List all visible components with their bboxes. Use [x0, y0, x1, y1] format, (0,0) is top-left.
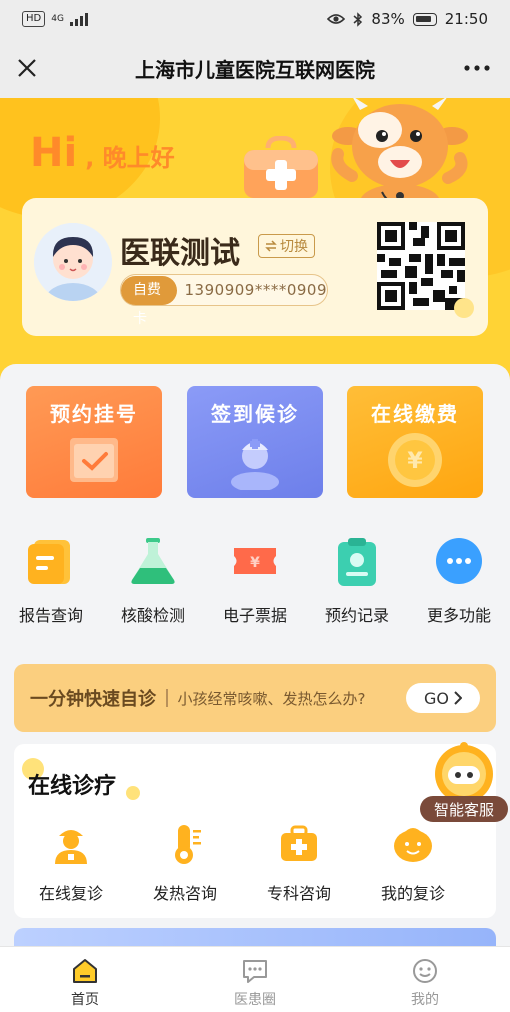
- flask-icon: [131, 538, 175, 584]
- service-label: 我的复诊: [380, 884, 445, 903]
- quick-link-label: 更多功能: [426, 606, 491, 625]
- fever-consult-button[interactable]: 发热咨询: [128, 822, 242, 904]
- status-left: HD 4G: [22, 11, 88, 27]
- nav-community-label: 医患圈: [234, 992, 276, 1008]
- check-in-button[interactable]: 签到候诊: [187, 386, 323, 498]
- network-type: 4G: [51, 14, 64, 24]
- divider: [166, 689, 168, 707]
- my-followup-button[interactable]: 我的复诊: [356, 822, 470, 904]
- appointment-record-button[interactable]: 预约记录: [306, 534, 408, 626]
- battery-icon: [412, 12, 437, 26]
- chevron-right-icon: [454, 691, 462, 705]
- hero-section: Hi , 晚上好 医联测试 切换 自费卡 1390909****0909: [0, 98, 510, 388]
- close-button[interactable]: [14, 55, 40, 81]
- report-icon: [28, 540, 70, 584]
- coin-icon: ¥: [388, 433, 442, 487]
- page-title: 上海市儿童医院互联网医院: [135, 57, 375, 82]
- more-features-button[interactable]: 更多功能: [408, 534, 510, 626]
- signal-icon: [69, 12, 88, 26]
- service-label: 专科咨询: [266, 884, 331, 903]
- online-consult-title: 在线诊疗: [28, 774, 117, 799]
- online-payment-label: 在线缴费: [371, 402, 459, 426]
- quick-link-label: 预约记录: [324, 606, 389, 625]
- status-bar: HD 4G 83% 21:50: [0, 0, 510, 38]
- online-followup-button[interactable]: 在线复诊: [14, 822, 128, 904]
- hd-badge: HD: [22, 11, 46, 27]
- profile-icon: [413, 959, 437, 983]
- self-diagnosis-banner[interactable]: 一分钟快速自诊 小孩经常咳嗽、发热怎么办? GO: [14, 664, 496, 732]
- quick-links: 报告查询 核酸检测 ¥ 电子票据 预约记录 更多功能: [0, 534, 510, 626]
- nav-profile[interactable]: 我的: [340, 947, 510, 1012]
- appointment-label: 预约挂号: [50, 402, 138, 426]
- clipboard-icon: [338, 538, 376, 586]
- customer-service-label: 智能客服: [420, 796, 508, 822]
- decoration-dot: [454, 298, 474, 318]
- medical-bag-icon: [281, 825, 317, 861]
- patient-name: 医联测试: [120, 236, 240, 271]
- status-right: 83% 21:50: [327, 10, 488, 28]
- more-icon: [436, 538, 482, 584]
- switch-icon: [265, 240, 277, 252]
- nav-community[interactable]: 医患圈: [170, 947, 340, 1012]
- customer-service-button[interactable]: 智能客服: [420, 740, 510, 830]
- greeting-subtitle: , 晚上好: [85, 144, 175, 172]
- self-diagnosis-subtitle: 小孩经常咳嗽、发热怎么办?: [177, 689, 366, 708]
- qr-code[interactable]: [377, 222, 465, 310]
- consult-services: 在线复诊 发热咨询 专科咨询 我的复诊: [14, 822, 496, 904]
- quick-link-label: 报告查询: [18, 606, 83, 625]
- switch-patient-button[interactable]: 切换: [258, 234, 315, 258]
- qr-code-icon: [377, 222, 465, 310]
- card-type-badge: 自费卡: [121, 275, 177, 327]
- avatar: [34, 223, 112, 301]
- nav-home[interactable]: 首页: [0, 947, 170, 1012]
- go-label: GO: [424, 688, 449, 708]
- close-icon: [18, 59, 36, 77]
- self-diagnosis-title: 一分钟快速自诊: [30, 689, 156, 710]
- medical-kit-illustration: [244, 136, 318, 198]
- report-query-button[interactable]: 报告查询: [0, 534, 102, 626]
- clock: 21:50: [444, 10, 488, 28]
- quick-link-label: 电子票据: [222, 606, 287, 625]
- nav-profile-label: 我的: [411, 992, 439, 1008]
- nucleic-test-button[interactable]: 核酸检测: [102, 534, 204, 626]
- more-button[interactable]: [462, 55, 492, 81]
- greeting-hi: Hi: [30, 130, 78, 176]
- switch-label: 切换: [280, 239, 308, 255]
- online-payment-button[interactable]: 在线缴费 ¥: [347, 386, 483, 498]
- nav-home-label: 首页: [71, 992, 99, 1008]
- battery-percent: 83%: [371, 10, 405, 28]
- specialist-consult-button[interactable]: 专科咨询: [242, 822, 356, 904]
- home-icon: [73, 959, 97, 983]
- svg-text:¥: ¥: [407, 449, 423, 474]
- check-in-label: 签到候诊: [211, 402, 299, 426]
- eye-icon: [327, 14, 346, 24]
- ticket-icon: ¥: [234, 548, 276, 574]
- medical-card-info: 自费卡 1390909****0909: [120, 274, 328, 327]
- e-receipt-button[interactable]: ¥ 电子票据: [204, 534, 306, 626]
- chat-icon: [243, 960, 267, 983]
- service-label: 发热咨询: [152, 884, 217, 903]
- go-button[interactable]: GO: [406, 683, 480, 713]
- nurse-icon: [231, 439, 279, 490]
- main-panel: 预约挂号 签到候诊 在线缴费 ¥ 报告查询 核酸检测 ¥ 电子票据 预约记录 更…: [0, 364, 510, 968]
- more-dots-icon: [464, 65, 490, 71]
- doctor-icon: [55, 830, 87, 864]
- robot-mascot-icon: [435, 742, 493, 803]
- bottom-nav: 首页 医患圈 我的: [0, 946, 510, 1012]
- decoration-dot: [126, 786, 140, 800]
- service-label: 在线复诊: [38, 884, 103, 903]
- bluetooth-icon: [353, 11, 363, 27]
- appointment-button[interactable]: 预约挂号: [26, 386, 162, 498]
- patient-card[interactable]: 医联测试 切换 自费卡 1390909****0909: [22, 198, 488, 336]
- quick-link-label: 核酸检测: [120, 606, 185, 625]
- calendar-check-icon: [70, 438, 118, 482]
- svg-text:¥: ¥: [250, 555, 260, 571]
- card-number: 1390909****0909: [184, 281, 327, 299]
- title-bar: 上海市儿童医院互联网医院: [0, 38, 510, 98]
- child-avatar-icon: [34, 223, 112, 301]
- thermometer-icon: [175, 825, 201, 864]
- greeting: Hi , 晚上好: [30, 130, 175, 176]
